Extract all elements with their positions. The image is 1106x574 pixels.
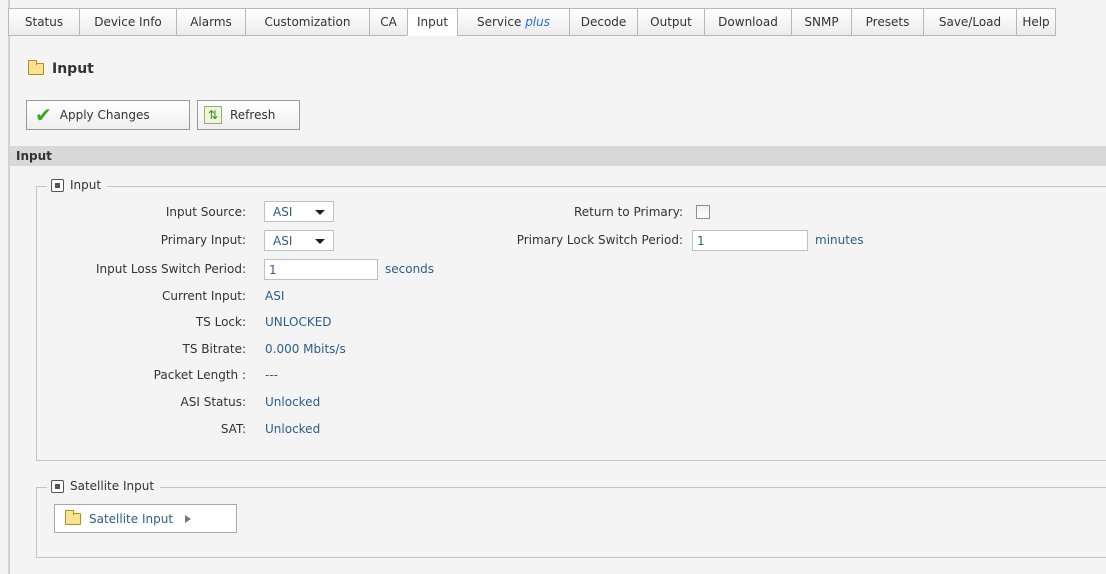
tab-status[interactable]: Status — [8, 8, 79, 36]
page-title-text: Input — [52, 61, 94, 77]
primary-lock-switch-field[interactable] — [692, 230, 808, 251]
section-header: Input — [10, 146, 1106, 166]
collapse-icon[interactable] — [51, 479, 64, 493]
primary-lock-switch-label: Primary Lock Switch Period: — [516, 233, 683, 247]
seconds-unit: seconds — [385, 262, 435, 276]
tab-ca[interactable]: CA — [369, 8, 407, 36]
sat-label: SAT: — [220, 422, 246, 436]
satellite-input-button[interactable]: Satellite Input — [54, 504, 237, 533]
ts-lock-label: TS Lock: — [195, 315, 246, 329]
satellite-input-legend[interactable]: Satellite Input — [47, 479, 161, 493]
chevron-down-icon — [315, 239, 325, 244]
apply-changes-label: Apply Changes — [59, 108, 150, 122]
tab-device-info[interactable]: Device Info — [79, 8, 176, 36]
folder-icon — [65, 509, 81, 525]
refresh-icon: ⇅ — [204, 106, 222, 124]
input-legend[interactable]: Input — [47, 178, 108, 192]
ts-bitrate-value: 0.000 Mbits/s — [265, 342, 346, 356]
checkmark-icon: ✔ — [35, 103, 52, 127]
tab-save-load[interactable]: Save/Load — [923, 8, 1016, 36]
ts-lock-value: UNLOCKED — [265, 315, 332, 329]
input-legend-label: Input — [70, 178, 102, 192]
input-source-select[interactable]: ASI — [264, 201, 334, 222]
input-source-label: Input Source: — [165, 205, 246, 219]
current-input-value: ASI — [265, 289, 285, 303]
packet-length-value: --- — [265, 368, 278, 382]
arrow-right-icon — [185, 514, 192, 523]
folder-icon — [28, 60, 44, 75]
tab-service-plus[interactable]: Service plus — [457, 8, 569, 36]
primary-input-value: ASI — [273, 233, 293, 248]
input-source-value: ASI — [273, 204, 293, 219]
asi-status-value: Unlocked — [265, 395, 321, 409]
tab-alarms[interactable]: Alarms — [176, 8, 245, 36]
tab-download[interactable]: Download — [704, 8, 791, 36]
tab-service-label: Service — [477, 15, 522, 29]
tab-output[interactable]: Output — [637, 8, 704, 36]
minutes-unit: minutes — [815, 233, 864, 247]
satellite-input-legend-label: Satellite Input — [70, 479, 155, 493]
primary-input-label: Primary Input: — [160, 233, 246, 247]
tab-bar: Status Device Info Alarms Customization … — [8, 8, 1056, 36]
left-border — [8, 0, 10, 574]
refresh-label: Refresh — [230, 108, 276, 122]
tab-input[interactable]: Input — [407, 8, 457, 36]
asi-status-label: ASI Status: — [180, 395, 246, 409]
return-to-primary-checkbox[interactable] — [696, 205, 710, 219]
primary-input-select[interactable]: ASI — [264, 230, 334, 251]
packet-length-label: Packet Length : — [153, 368, 246, 382]
tab-customization[interactable]: Customization — [245, 8, 369, 36]
tab-presets[interactable]: Presets — [851, 8, 923, 36]
apply-changes-button[interactable]: ✔ Apply Changes — [26, 100, 190, 130]
tab-decode[interactable]: Decode — [569, 8, 637, 36]
input-loss-switch-label: Input Loss Switch Period: — [96, 262, 246, 276]
sat-value: Unlocked — [265, 422, 321, 436]
tab-service-plus-suffix: plus — [525, 15, 550, 29]
ts-bitrate-label: TS Bitrate: — [182, 342, 246, 356]
tab-help[interactable]: Help — [1016, 8, 1056, 36]
collapse-icon[interactable] — [51, 178, 64, 192]
refresh-button[interactable]: ⇅ Refresh — [197, 100, 300, 130]
page-title: Input — [28, 60, 94, 77]
return-to-primary-label: Return to Primary: — [573, 205, 683, 219]
tab-snmp[interactable]: SNMP — [791, 8, 851, 36]
current-input-label: Current Input: — [162, 289, 246, 303]
chevron-down-icon — [315, 210, 325, 215]
input-loss-switch-field[interactable] — [264, 259, 378, 280]
section-title: Input — [16, 149, 52, 163]
satellite-input-button-label: Satellite Input — [89, 511, 174, 526]
